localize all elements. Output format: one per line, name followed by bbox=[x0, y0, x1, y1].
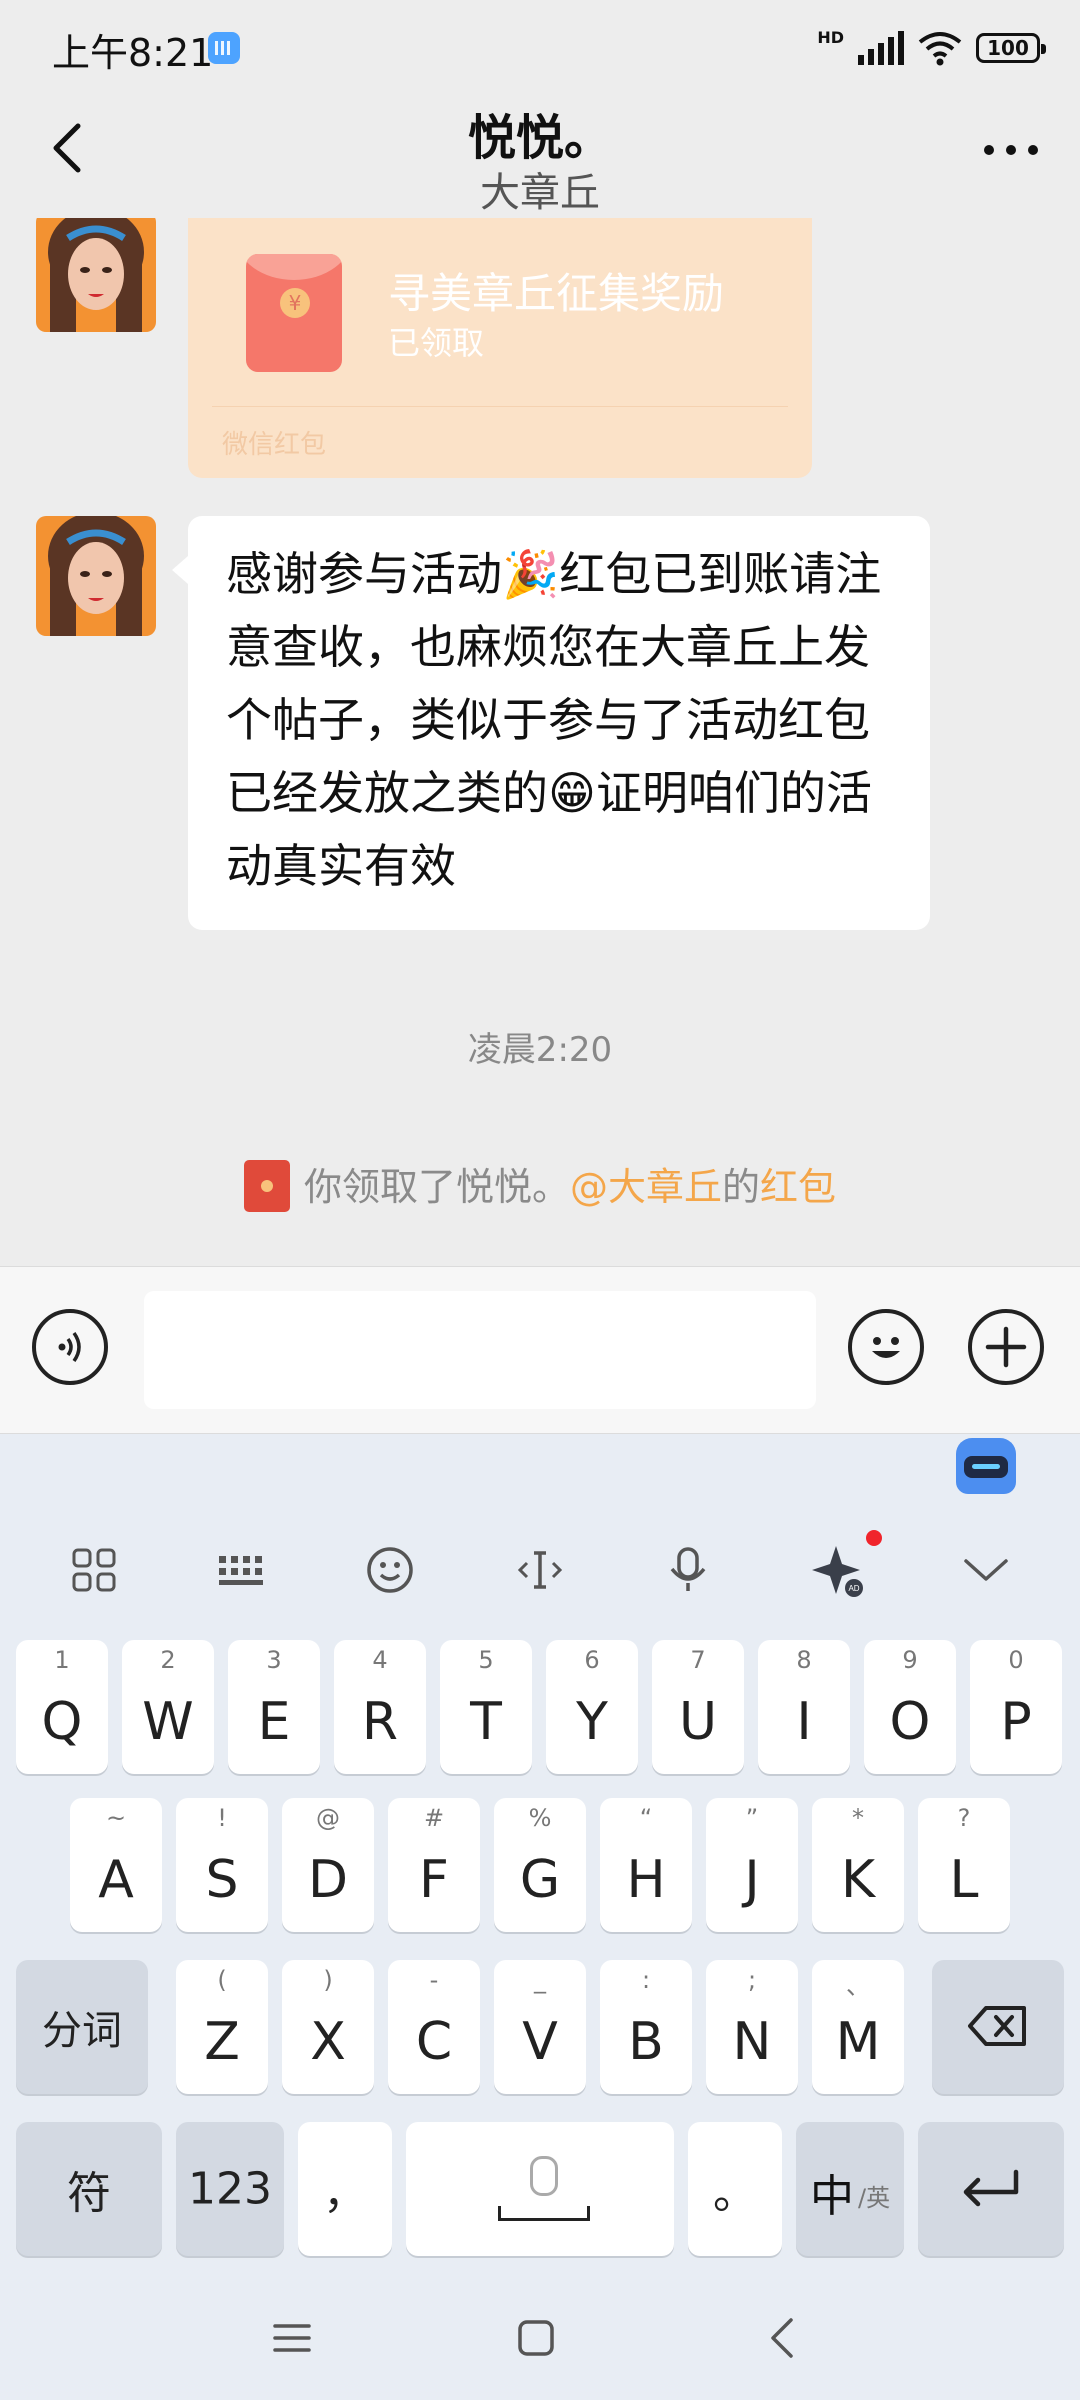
key-w[interactable]: 2W bbox=[122, 1640, 214, 1774]
system-message-mention[interactable]: @大章丘 bbox=[570, 1165, 722, 1209]
key-f[interactable]: # F bbox=[388, 1798, 480, 1932]
collapse-keyboard-icon[interactable] bbox=[946, 1530, 1026, 1610]
language-toggle-key[interactable]: 中 /英 bbox=[796, 2122, 904, 2256]
home-icon[interactable] bbox=[506, 2310, 566, 2366]
key-h[interactable]: “H bbox=[600, 1798, 692, 1932]
space-mic-icon bbox=[530, 2156, 558, 2196]
symbols-key[interactable]: 符 bbox=[16, 2122, 162, 2256]
key-s[interactable]: ! S bbox=[176, 1798, 268, 1932]
voice-input-button[interactable] bbox=[32, 1309, 108, 1385]
red-packet-link[interactable]: 红包 bbox=[760, 1165, 836, 1209]
red-packet-coin: ¥ bbox=[280, 288, 310, 318]
battery-icon: 100 bbox=[976, 33, 1046, 63]
hd-label: HD bbox=[817, 28, 844, 47]
key-q[interactable]: 1Q bbox=[16, 1640, 108, 1774]
key-t[interactable]: 5T bbox=[440, 1640, 532, 1774]
space-icon bbox=[498, 2206, 590, 2221]
sender-avatar[interactable] bbox=[36, 516, 156, 636]
key-m[interactable]: 、 M bbox=[812, 1960, 904, 2094]
voice-icon bbox=[58, 1331, 81, 1363]
keyboard-toolbar: AD bbox=[0, 1530, 1080, 1610]
chat-title: 悦悦。 bbox=[467, 110, 612, 166]
key-r[interactable]: 4R bbox=[334, 1640, 426, 1774]
input-bar bbox=[0, 1266, 1080, 1434]
key-c[interactable]: -C bbox=[388, 1960, 480, 2094]
sender-avatar[interactable] bbox=[36, 218, 156, 332]
language-zh-label: 中 bbox=[810, 2171, 854, 2222]
red-packet-status: 已领取 bbox=[388, 324, 485, 362]
system-message: 你领取了悦悦。@大章丘的红包 bbox=[0, 1156, 1080, 1216]
segment-key[interactable]: 分词 bbox=[16, 1960, 148, 2094]
ime-keyboard[interactable]: AD 1Q 2W 3E 4R 5T 6Y 7U 8I 9O 0P ~ A ! S @… bbox=[0, 1434, 1080, 2276]
chat-area[interactable]: ¥ 寻美章丘征集奖励 已领取 微信红包 感谢参与活动🎉红包已到账请注意查收，也麻… bbox=[0, 218, 1080, 1266]
language-en-label: /英 bbox=[858, 2184, 891, 2212]
ai-assistant-icon[interactable]: AD bbox=[796, 1530, 876, 1610]
system-message-middle: 的 bbox=[722, 1165, 761, 1209]
more-icon[interactable] bbox=[976, 116, 1046, 176]
wifi-icon bbox=[918, 32, 962, 66]
notification-dot bbox=[866, 1530, 882, 1546]
red-packet-small-icon bbox=[243, 1159, 290, 1212]
chat-header: 悦悦。 大章丘 bbox=[0, 96, 1080, 218]
ai-badge-label: AD bbox=[848, 1584, 859, 1593]
message-bubble[interactable]: 感谢参与活动🎉红包已到账请注意查收，也麻烦您在大章丘上发个帖子，类似于参与了活动… bbox=[172, 516, 930, 930]
smile-icon bbox=[872, 1337, 900, 1358]
system-message-prefix: 你领取了悦悦。 bbox=[303, 1165, 570, 1209]
numbers-key[interactable]: 123 bbox=[176, 2122, 284, 2256]
key-a[interactable]: ~ A bbox=[70, 1798, 162, 1932]
emoji-button[interactable] bbox=[848, 1309, 924, 1385]
backspace-key[interactable] bbox=[932, 1960, 1064, 2094]
message-timestamp: 凌晨2:20 bbox=[467, 1030, 613, 1070]
cursor-move-icon[interactable] bbox=[500, 1530, 580, 1610]
backspace-icon bbox=[968, 2006, 1026, 2046]
period-key[interactable]: 。 bbox=[688, 2122, 782, 2256]
key-o[interactable]: 9O bbox=[864, 1640, 956, 1774]
status-icons: HD 100 bbox=[817, 28, 1046, 68]
keyboard-switch-icon[interactable] bbox=[202, 1530, 282, 1610]
comma-key[interactable]: ， bbox=[298, 2122, 392, 2256]
message-text: 感谢参与活动🎉红包已到账请注意查收，也麻烦您在大章丘上发个帖子，类似于参与了活动… bbox=[226, 547, 882, 893]
plus-icon bbox=[985, 1326, 1027, 1368]
nav-back-icon[interactable] bbox=[752, 2310, 812, 2366]
key-u[interactable]: 7U bbox=[652, 1640, 744, 1774]
key-p[interactable]: 0P bbox=[970, 1640, 1062, 1774]
red-packet-icon: ¥ bbox=[246, 254, 342, 372]
emoji-panel-icon[interactable] bbox=[350, 1530, 430, 1610]
keyboard-mascot-icon[interactable] bbox=[956, 1438, 1016, 1494]
signal-icon bbox=[858, 31, 904, 65]
system-nav-bar bbox=[0, 2276, 1080, 2400]
key-y[interactable]: 6Y bbox=[546, 1640, 638, 1774]
enter-key[interactable] bbox=[918, 2122, 1064, 2256]
more-actions-button[interactable] bbox=[968, 1309, 1044, 1385]
microphone-icon[interactable] bbox=[648, 1530, 728, 1610]
red-packet-title: 寻美章丘征集奖励 bbox=[388, 269, 725, 318]
enter-icon bbox=[963, 2169, 1019, 2207]
key-j[interactable]: ” J bbox=[706, 1798, 798, 1932]
chat-subtitle: 大章丘 bbox=[480, 170, 600, 216]
key-d[interactable]: @ D bbox=[282, 1798, 374, 1932]
apps-grid-icon[interactable] bbox=[54, 1530, 134, 1610]
message-input[interactable] bbox=[144, 1291, 816, 1409]
red-packet-footer: 微信红包 bbox=[222, 430, 327, 460]
key-e[interactable]: 3E bbox=[228, 1640, 320, 1774]
status-bar: 上午8:21 HD 100 bbox=[0, 0, 1080, 96]
key-z[interactable]: (Z bbox=[176, 1960, 268, 2094]
key-k[interactable]: * K bbox=[812, 1798, 904, 1932]
status-time: 上午8:21 bbox=[52, 31, 214, 75]
recent-apps-icon[interactable] bbox=[262, 2310, 322, 2366]
space-key[interactable] bbox=[406, 2122, 674, 2256]
red-packet-card[interactable]: ¥ 寻美章丘征集奖励 已领取 微信红包 bbox=[188, 218, 812, 478]
key-n[interactable]: ; N bbox=[706, 1960, 798, 2094]
keyboard-notification-icon bbox=[208, 32, 240, 64]
key-v[interactable]: _ V bbox=[494, 1960, 586, 2094]
key-l[interactable]: ? L bbox=[918, 1798, 1010, 1932]
key-b[interactable]: :B bbox=[600, 1960, 692, 2094]
key-x[interactable]: ) X bbox=[282, 1960, 374, 2094]
key-i[interactable]: 8I bbox=[758, 1640, 850, 1774]
red-packet-divider bbox=[212, 406, 788, 407]
key-g[interactable]: % G bbox=[494, 1798, 586, 1932]
